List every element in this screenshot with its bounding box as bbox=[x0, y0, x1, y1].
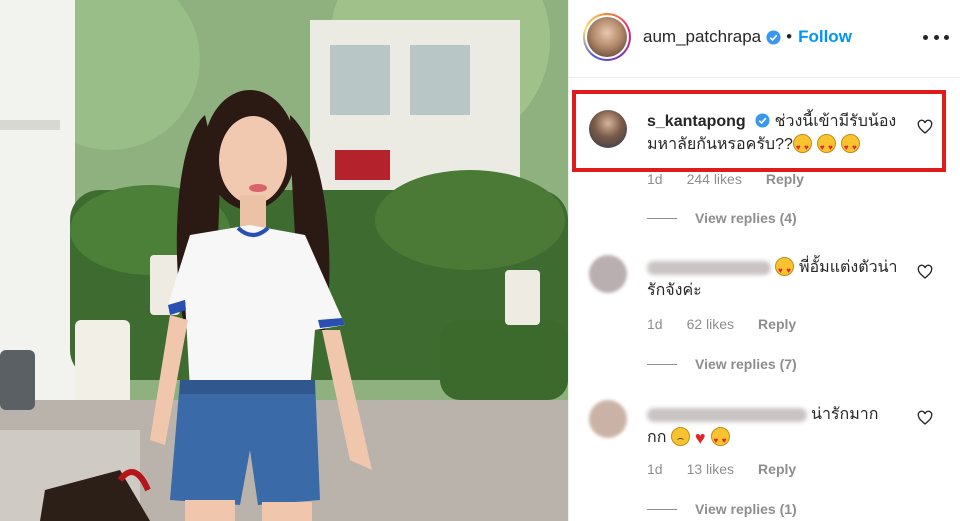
commenter-avatar[interactable] bbox=[589, 255, 627, 293]
red-heart-emoji-icon: ♥ bbox=[694, 428, 706, 448]
heart-outline-icon[interactable] bbox=[917, 119, 933, 135]
heart-eyes-emoji-icon bbox=[792, 134, 812, 159]
comment-text: s_kantapong ช่วงนี้เข้ามีรับน้อง มหาลัยก… bbox=[647, 110, 907, 159]
view-replies-label: View replies (7) bbox=[695, 356, 797, 372]
heart-eyes-emoji-icon bbox=[840, 134, 860, 159]
commenter-username[interactable]: s_kantapong bbox=[647, 113, 746, 130]
commenter-avatar[interactable] bbox=[589, 400, 627, 438]
verified-badge-icon bbox=[766, 29, 781, 45]
comment-meta: 1d 62 likes Reply bbox=[647, 316, 796, 332]
comment-likes[interactable]: 13 likes bbox=[687, 461, 734, 477]
post-header: aum_patchrapa • Follow bbox=[569, 0, 960, 78]
comment-text: น่ารักมาก กก ♥ bbox=[647, 403, 907, 452]
author-avatar[interactable] bbox=[583, 13, 631, 61]
heart-eyes-emoji-icon bbox=[710, 427, 730, 452]
comments-panel: aum_patchrapa • Follow s_kantapong ช่วงน… bbox=[568, 0, 960, 521]
blurred-username[interactable] bbox=[647, 260, 771, 275]
verified-badge-icon bbox=[755, 113, 770, 128]
comment-meta: 1d 13 likes Reply bbox=[647, 461, 796, 477]
heart-eyes-emoji-icon bbox=[775, 257, 794, 282]
frowning-face-emoji-icon bbox=[670, 427, 690, 446]
heart-outline-icon[interactable] bbox=[917, 264, 933, 280]
comment-text-line1: น่ารักมาก bbox=[811, 406, 879, 423]
comment-text-line2: กก bbox=[647, 429, 667, 446]
view-replies-button[interactable]: View replies (7) bbox=[647, 356, 797, 372]
photo-illustration bbox=[0, 0, 568, 521]
view-replies-label: View replies (1) bbox=[695, 501, 797, 517]
comment-likes[interactable]: 62 likes bbox=[687, 316, 734, 332]
comment-meta: 1d 244 likes Reply bbox=[647, 171, 804, 187]
reply-button[interactable]: Reply bbox=[758, 316, 796, 332]
comment-text-line1: ช่วงนี้เข้ามีรับน้อง bbox=[774, 113, 897, 130]
blurred-username[interactable] bbox=[647, 407, 807, 422]
view-replies-button[interactable]: View replies (1) bbox=[647, 501, 797, 517]
author-avatar-image bbox=[587, 17, 627, 57]
header-separator: • bbox=[786, 27, 793, 46]
author-line: aum_patchrapa • Follow bbox=[643, 27, 852, 47]
comment-text: พี่อั้มแต่งตัวน่า รักจังค่ะ bbox=[647, 256, 907, 302]
view-replies-button[interactable]: View replies (4) bbox=[647, 210, 797, 226]
more-options-icon[interactable] bbox=[923, 27, 949, 47]
author-username[interactable]: aum_patchrapa bbox=[643, 27, 761, 47]
comment-age: 1d bbox=[647, 461, 663, 477]
heart-eyes-emoji-icon bbox=[816, 134, 836, 159]
commenter-avatar[interactable] bbox=[589, 110, 627, 148]
comment-age: 1d bbox=[647, 171, 663, 187]
comment-text-line2: รักจังค่ะ bbox=[647, 282, 702, 299]
reply-button[interactable]: Reply bbox=[758, 461, 796, 477]
reply-button[interactable]: Reply bbox=[766, 171, 804, 187]
comment-age: 1d bbox=[647, 316, 663, 332]
post-photo bbox=[0, 0, 568, 521]
comment-text-line2: มหาลัยกันหรอครับ?? bbox=[647, 136, 793, 153]
follow-button[interactable]: Follow bbox=[798, 27, 852, 47]
comment-text-line1: พี่อั้มแต่งตัวน่า bbox=[799, 259, 898, 276]
view-replies-label: View replies (4) bbox=[695, 210, 797, 226]
heart-outline-icon[interactable] bbox=[917, 410, 933, 426]
comment-likes[interactable]: 244 likes bbox=[687, 171, 742, 187]
